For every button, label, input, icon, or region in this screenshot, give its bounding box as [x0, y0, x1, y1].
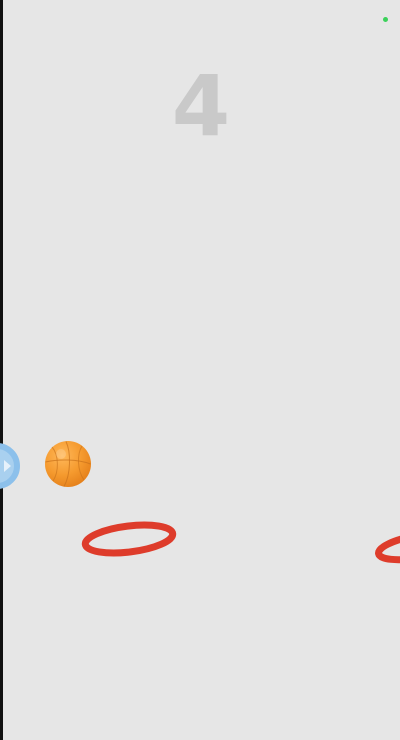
status-dot-indicator — [383, 17, 388, 22]
offscreen-ball-indicator-icon — [0, 443, 20, 489]
hoop-rim — [375, 530, 400, 564]
arrow-right-icon — [4, 460, 11, 472]
score-counter: 4 — [171, 57, 231, 155]
hoop-ring-icon — [81, 521, 177, 557]
ball-highlight — [56, 449, 66, 459]
hoop-ring-icon — [375, 530, 400, 564]
game-canvas[interactable]: 4 — [0, 0, 400, 740]
hoop-rim — [81, 521, 177, 557]
basketball-icon[interactable] — [44, 440, 92, 488]
